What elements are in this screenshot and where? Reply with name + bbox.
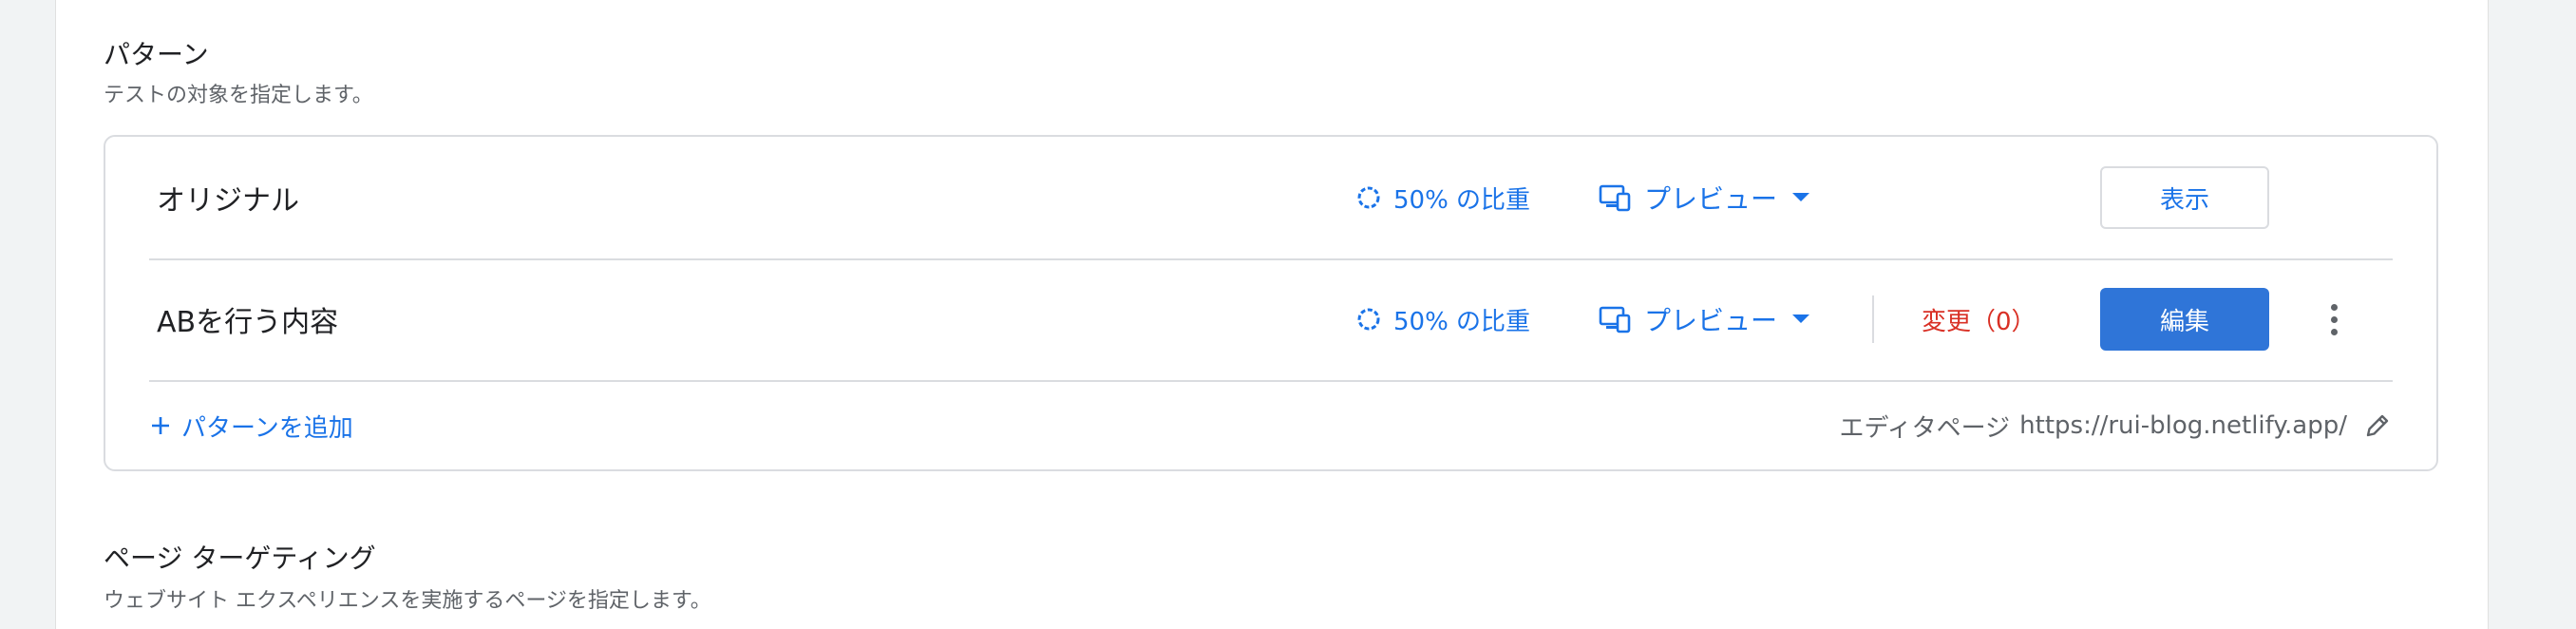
plus-icon	[152, 417, 169, 434]
pattern-section-subtitle: テストの対象を指定します。	[104, 84, 373, 107]
pattern-name: ABを行う内容	[157, 306, 339, 339]
editor-page-label: エディタページ	[1839, 413, 2011, 443]
preview-label: プレビュー	[1644, 183, 1778, 215]
pattern-row-original: オリジナル 50% の比重 プレビュー 表示	[149, 137, 2393, 260]
more-vert-icon[interactable]	[2315, 291, 2353, 348]
pattern-name: オリジナル	[157, 184, 299, 218]
pattern-row-variant: ABを行う内容 50% の比重 プレビュー 変更（0） 編集	[149, 258, 2393, 382]
pencil-icon[interactable]	[2362, 410, 2393, 441]
pattern-card: オリジナル 50% の比重 プレビュー 表示 ABを行う内容 50% の比重 プ…	[104, 135, 2438, 471]
editor-page-url: エディタページ https://rui-blog.netlify.app/	[1839, 409, 2347, 444]
weight-label: 50% の比重	[1393, 185, 1531, 215]
editor-page-value: https://rui-blog.netlify.app/	[2019, 411, 2347, 440]
pattern-section-title: パターン	[104, 39, 209, 70]
weight-link[interactable]: 50% の比重	[1355, 302, 1530, 337]
device-preview-icon	[1599, 184, 1631, 212]
weight-label: 50% の比重	[1393, 307, 1531, 336]
edit-button[interactable]: 編集	[2100, 288, 2269, 351]
caret-down-icon	[1792, 193, 1810, 201]
experience-panel: パターン テストの対象を指定します。 オリジナル 50% の比重 プレビュー 表…	[55, 0, 2489, 629]
weight-circle-icon	[1357, 308, 1380, 331]
preview-dropdown[interactable]: プレビュー	[1599, 179, 1811, 217]
weight-circle-icon	[1357, 186, 1380, 209]
targeting-section-title: ページ ターゲティング	[104, 543, 376, 574]
device-preview-icon	[1599, 306, 1631, 334]
card-footer: パターンを追加 エディタページ https://rui-blog.netlify…	[149, 380, 2393, 471]
weight-link[interactable]: 50% の比重	[1355, 181, 1530, 216]
changes-link[interactable]: 変更（0）	[1922, 302, 2036, 337]
caret-down-icon	[1792, 314, 1810, 323]
preview-dropdown[interactable]: プレビュー	[1599, 300, 1811, 338]
view-button[interactable]: 表示	[2100, 166, 2269, 229]
row-divider	[1872, 295, 1874, 343]
add-pattern-label: パターンを追加	[181, 413, 353, 443]
targeting-section-subtitle: ウェブサイト エクスペリエンスを実施するページを指定します。	[104, 589, 711, 613]
add-pattern-button[interactable]: パターンを追加	[149, 409, 353, 444]
preview-label: プレビュー	[1644, 305, 1778, 336]
